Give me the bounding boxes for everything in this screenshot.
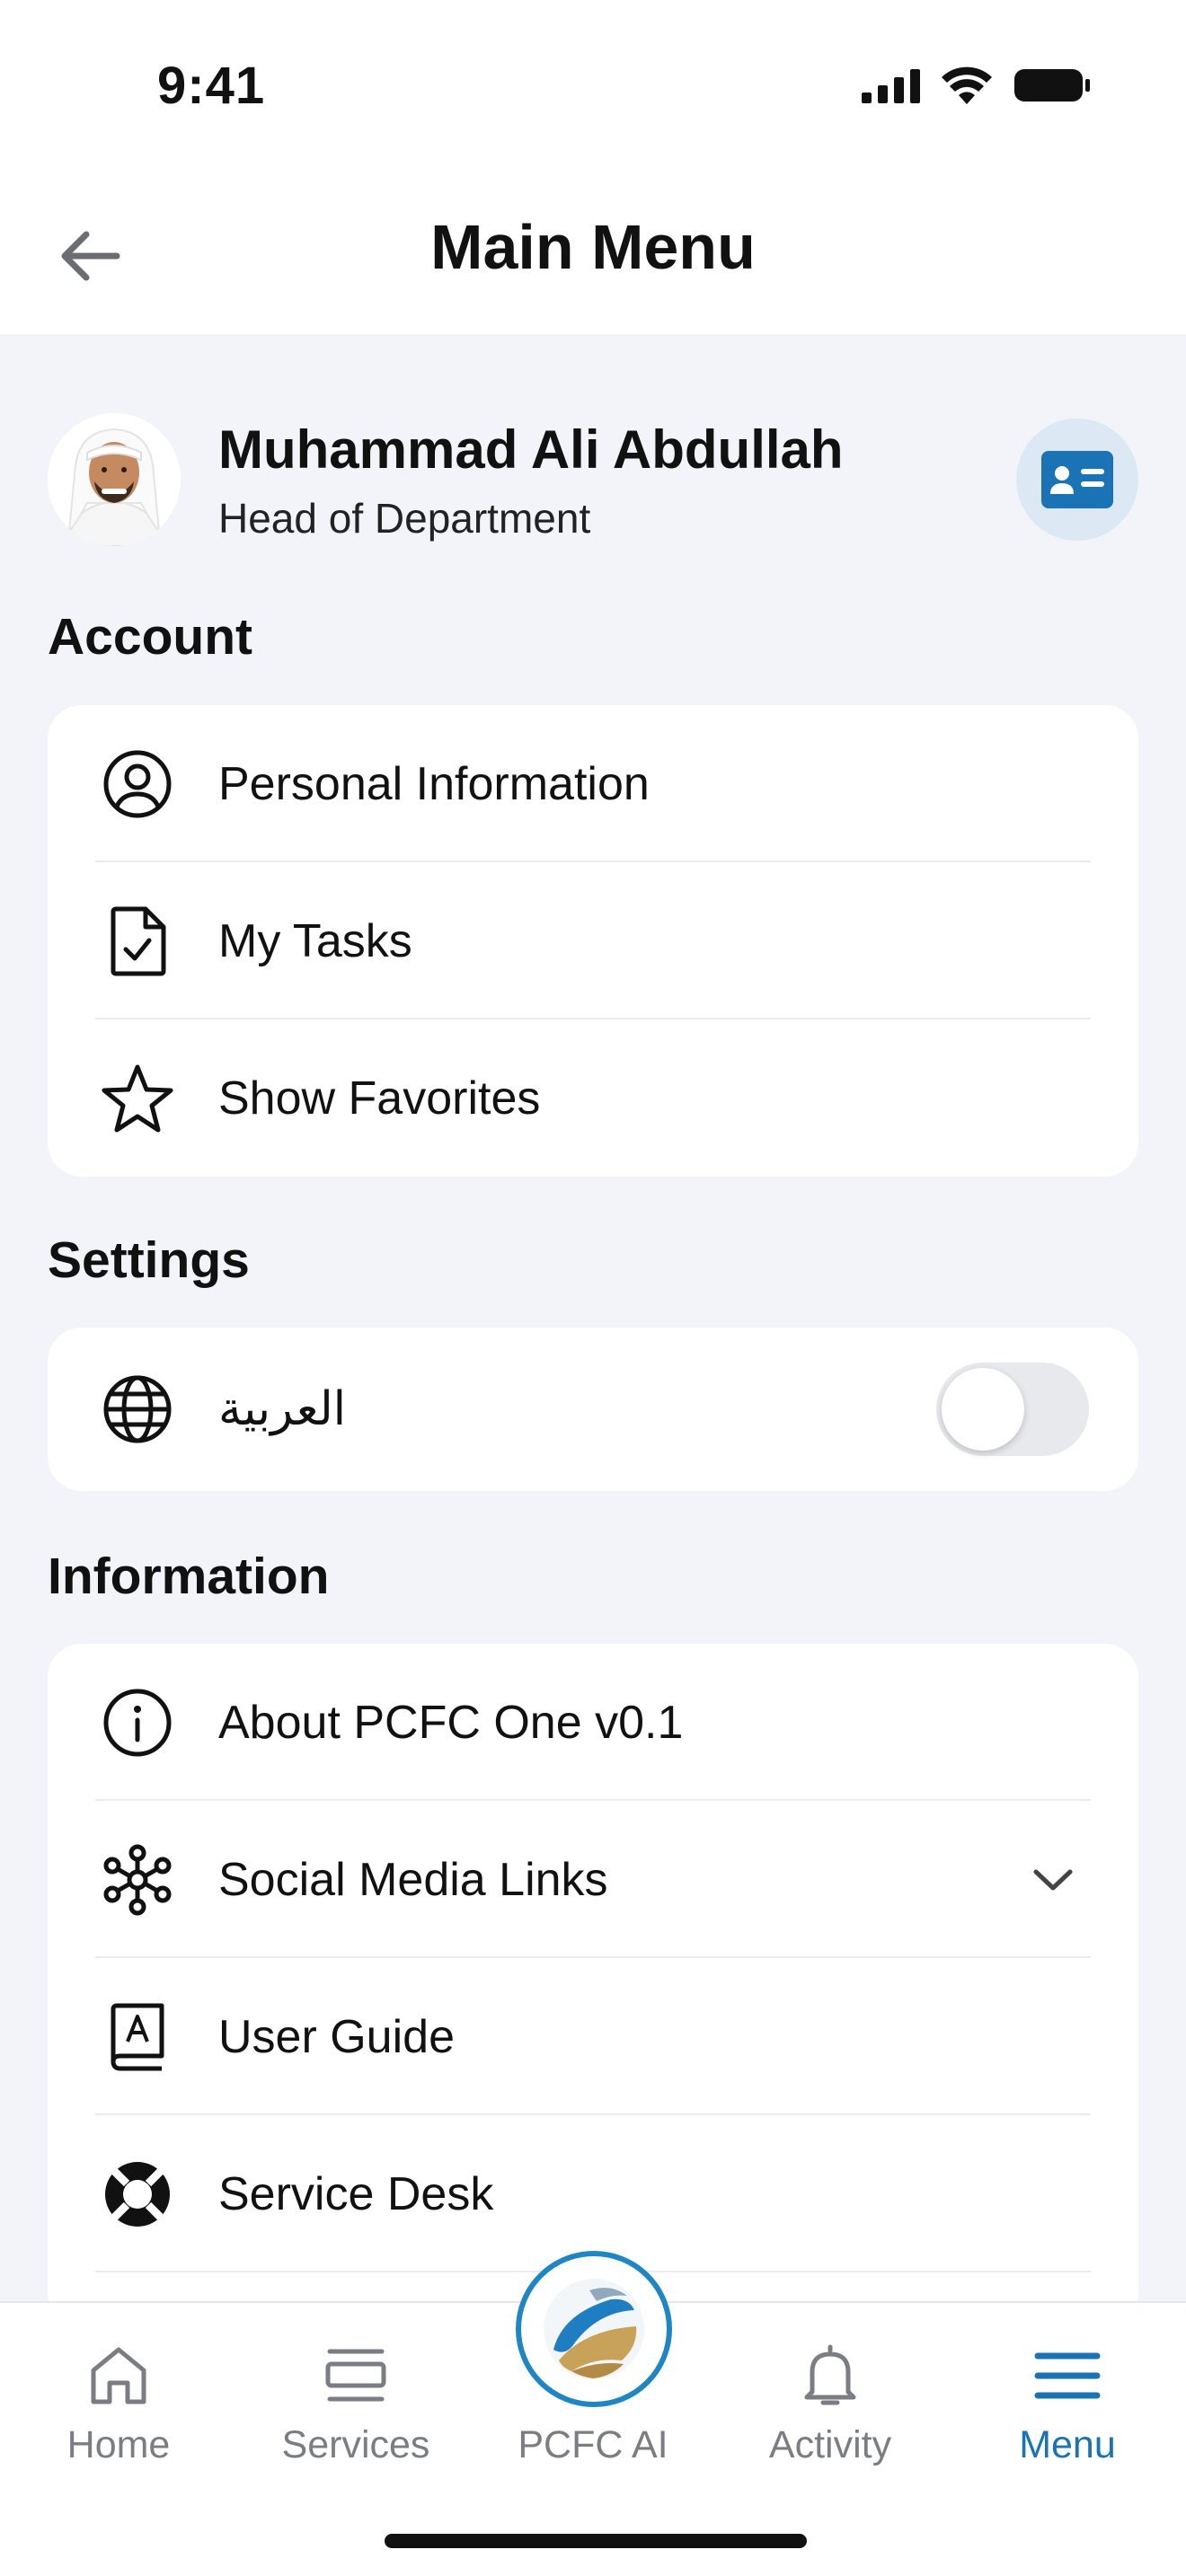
home-icon bbox=[90, 2341, 147, 2411]
menu-item-label: User Guide bbox=[218, 2010, 455, 2063]
guide-book-icon bbox=[102, 2001, 173, 2073]
tab-label: Activity bbox=[768, 2423, 892, 2466]
menu-item-my-tasks[interactable]: My Tasks bbox=[48, 862, 1138, 1019]
tab-services[interactable]: Services bbox=[237, 2303, 474, 2501]
language-toggle[interactable] bbox=[936, 1363, 1089, 1456]
tab-home[interactable]: Home bbox=[0, 2303, 237, 2501]
menu-item-personal-information[interactable]: Personal Information bbox=[48, 705, 1138, 862]
id-card-button[interactable] bbox=[1016, 419, 1138, 541]
navigation-bar: Main Menu bbox=[0, 171, 1186, 334]
status-icons bbox=[862, 65, 1092, 106]
section-title-account: Account bbox=[48, 608, 252, 666]
page-title: Main Menu bbox=[430, 212, 756, 282]
menu-item-user-guide[interactable]: User Guide bbox=[48, 1958, 1138, 2115]
toggle-knob bbox=[942, 1368, 1024, 1451]
tab-menu[interactable]: Menu bbox=[949, 2303, 1186, 2501]
information-card: About PCFC One v0.1 Social Media Links U… bbox=[48, 1644, 1138, 2326]
tab-label: Services bbox=[281, 2423, 430, 2466]
tab-label: PCFC AI bbox=[518, 2423, 668, 2466]
settings-card: العربية bbox=[48, 1328, 1138, 1491]
wifi-icon bbox=[942, 66, 992, 104]
menu-item-about[interactable]: About PCFC One v0.1 bbox=[48, 1644, 1138, 1801]
profile-header: Muhammad Ali Abdullah Head of Department bbox=[48, 413, 1138, 548]
menu-item-label: Personal Information bbox=[218, 757, 650, 810]
tab-label: Menu bbox=[1019, 2423, 1116, 2466]
user-circle-icon bbox=[102, 748, 173, 820]
globe-icon bbox=[102, 1373, 173, 1445]
info-icon bbox=[102, 1687, 173, 1759]
tab-activity[interactable]: Activity bbox=[712, 2303, 949, 2501]
lifebuoy-icon bbox=[102, 2158, 173, 2230]
profile-role: Head of Department bbox=[218, 495, 591, 542]
section-title-settings: Settings bbox=[48, 1231, 250, 1289]
menu-item-label: Social Media Links bbox=[218, 1853, 608, 1906]
account-card: Personal Information My Tasks Show Favor… bbox=[48, 705, 1138, 1177]
menu-item-label: My Tasks bbox=[218, 914, 412, 967]
menu-item-label: Service Desk bbox=[218, 2167, 494, 2220]
status-bar: 9:41 bbox=[0, 0, 1186, 171]
language-label: العربية bbox=[218, 1383, 347, 1435]
section-title-information: Information bbox=[48, 1548, 330, 1605]
battery-icon bbox=[1014, 69, 1090, 101]
home-indicator bbox=[385, 2534, 807, 2548]
menu-item-social-media-links[interactable]: Social Media Links bbox=[48, 1801, 1138, 1958]
status-time: 9:41 bbox=[157, 57, 266, 115]
menu-item-service-desk[interactable]: Service Desk bbox=[48, 2115, 1138, 2272]
menu-item-label: Show Favorites bbox=[218, 1072, 541, 1125]
tab-label: Home bbox=[66, 2423, 171, 2466]
ai-globe-icon bbox=[544, 2279, 644, 2379]
task-check-icon bbox=[102, 905, 173, 977]
menu-item-show-favorites[interactable]: Show Favorites bbox=[48, 1019, 1138, 1177]
menu-icon bbox=[1034, 2341, 1101, 2411]
avatar-image bbox=[48, 413, 181, 546]
profile-name: Muhammad Ali Abdullah bbox=[218, 419, 844, 480]
network-icon bbox=[102, 1844, 173, 1916]
star-icon bbox=[102, 1063, 173, 1134]
services-icon bbox=[324, 2341, 387, 2411]
id-card-icon bbox=[1041, 451, 1113, 508]
cellular-signal-icon bbox=[862, 69, 920, 103]
pcfc-ai-button[interactable] bbox=[516, 2251, 672, 2407]
avatar[interactable] bbox=[48, 413, 181, 546]
menu-item-language: العربية bbox=[48, 1328, 1138, 1491]
menu-item-label: About PCFC One v0.1 bbox=[218, 1696, 684, 1749]
chevron-down-icon[interactable] bbox=[1031, 1857, 1075, 1902]
bell-icon bbox=[803, 2341, 857, 2411]
